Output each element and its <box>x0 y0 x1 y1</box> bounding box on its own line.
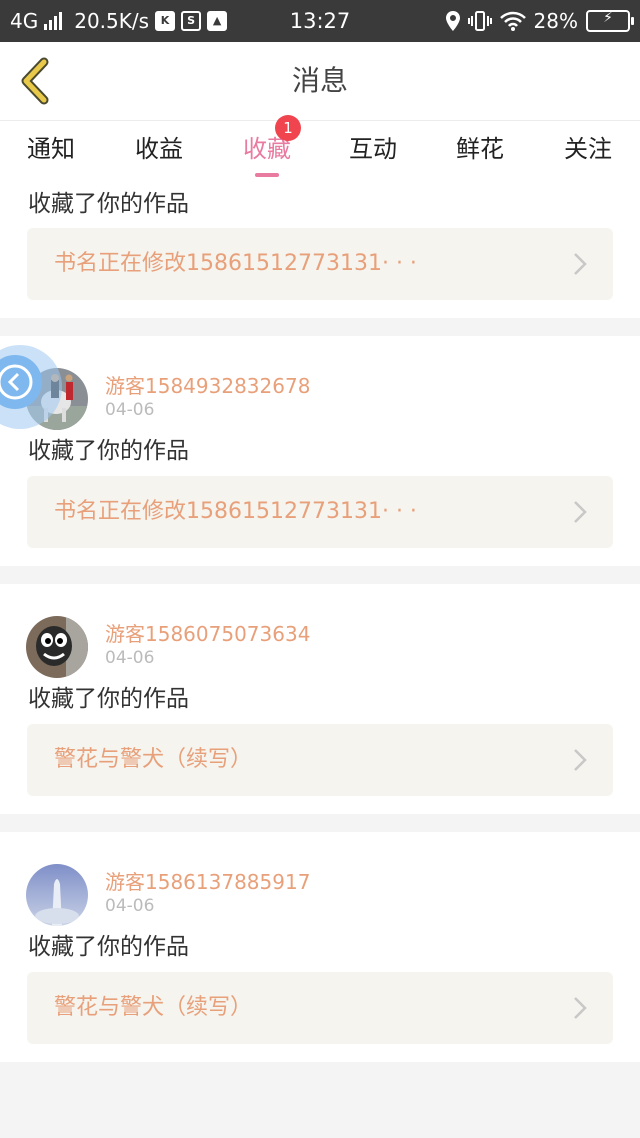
action-text: 收藏了你的作品 <box>28 934 189 960</box>
work-link[interactable]: 书名正在修改15861512773131· · · <box>27 228 613 300</box>
username[interactable]: 游客1586137885917 <box>105 866 310 895</box>
chevron-right-icon <box>574 997 587 1019</box>
page-title: 消息 <box>291 64 348 97</box>
message-list: 收藏了你的作品 书名正在修改15861512773131· · · 游客1584… <box>0 180 640 1062</box>
tab-label: 关注 <box>564 135 612 163</box>
avatar[interactable] <box>26 616 88 678</box>
k-app-icon: K <box>155 11 176 31</box>
status-bar: 4G 20.5K/s K S ▲ 13:27 28% ⚡ <box>0 0 640 42</box>
work-link[interactable]: 警花与警犬（续写） <box>27 724 613 796</box>
back-button[interactable] <box>14 56 58 106</box>
signal-icon <box>44 12 63 30</box>
s-app-icon: S <box>181 11 202 31</box>
battery-percent: 28% <box>533 9 578 33</box>
date: 04-06 <box>105 400 155 420</box>
tab-label: 收益 <box>135 135 183 163</box>
network-type: 4G <box>10 9 39 33</box>
active-tab-indicator <box>255 173 279 177</box>
work-title: 书名正在修改15861512773131· · · <box>54 499 417 524</box>
avatar[interactable] <box>26 864 88 926</box>
tab-bar: 通知 收益 收藏 1 互动 鲜花 关注 <box>0 115 640 181</box>
action-text: 收藏了你的作品 <box>28 686 189 712</box>
username[interactable]: 游客1584932832678 <box>105 370 310 399</box>
wifi-icon <box>499 11 526 31</box>
tab-flowers[interactable]: 鲜花 <box>430 121 530 181</box>
location-icon <box>445 11 460 31</box>
list-item: 游客1586075073634 04-06 收藏了你的作品 警花与警犬（续写） <box>0 584 640 814</box>
chevron-left-circle-icon <box>0 355 42 409</box>
nav-bar: 消息 <box>0 42 640 120</box>
work-title: 书名正在修改15861512773131· · · <box>54 251 417 276</box>
action-text: 收藏了你的作品 <box>28 438 189 464</box>
chevron-right-icon <box>574 749 587 771</box>
tab-interaction[interactable]: 互动 <box>323 121 423 181</box>
chevron-left-icon <box>21 57 49 105</box>
tab-label: 互动 <box>349 135 397 163</box>
tab-follow[interactable]: 关注 <box>538 121 638 181</box>
username[interactable]: 游客1586075073634 <box>105 618 310 647</box>
battery-icon: ⚡ <box>586 10 634 32</box>
list-item: 游客1584932832678 04-06 收藏了你的作品 书名正在修改1586… <box>0 336 640 566</box>
work-title: 警花与警犬（续写） <box>54 747 253 772</box>
work-link[interactable]: 警花与警犬（续写） <box>27 972 613 1044</box>
list-item: 收藏了你的作品 书名正在修改15861512773131· · · <box>0 180 640 318</box>
work-title: 警花与警犬（续写） <box>54 995 253 1020</box>
unread-badge: 1 <box>275 115 301 141</box>
tab-label: 收藏 <box>243 135 291 163</box>
action-text: 收藏了你的作品 <box>28 191 189 217</box>
date: 04-06 <box>105 896 155 916</box>
tab-notice[interactable]: 通知 <box>1 121 101 181</box>
work-link[interactable]: 书名正在修改15861512773131· · · <box>27 476 613 548</box>
tab-earnings[interactable]: 收益 <box>109 121 209 181</box>
tab-label: 鲜花 <box>456 135 504 163</box>
list-item: 游客1586137885917 04-06 收藏了你的作品 警花与警犬（续写） <box>0 832 640 1062</box>
date: 04-06 <box>105 648 155 668</box>
tab-label: 通知 <box>27 135 75 163</box>
tab-favorites[interactable]: 收藏 1 <box>217 115 317 181</box>
network-speed: 20.5K/s <box>74 9 150 33</box>
chevron-right-icon <box>574 253 587 275</box>
chevron-right-icon <box>574 501 587 523</box>
vibrate-icon <box>467 11 492 31</box>
image-app-icon: ▲ <box>207 11 228 31</box>
